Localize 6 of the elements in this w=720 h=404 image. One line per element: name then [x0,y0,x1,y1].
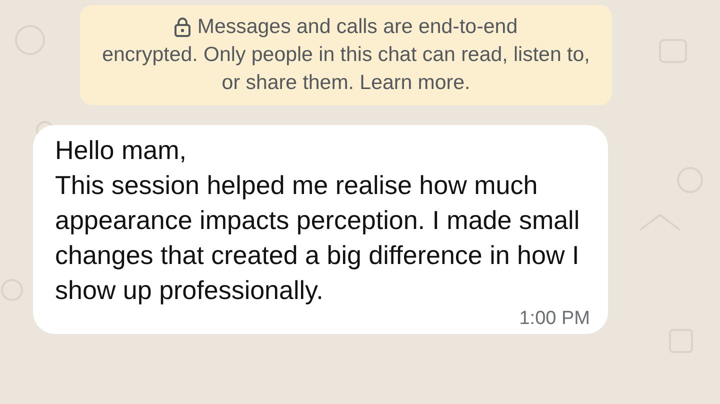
message-time: 1:00 PM [519,308,590,330]
encryption-text: encrypted. Only people in this chat can read, listen to, or share them. Learn more. [101,42,591,96]
encryption-text: Messages and calls are end-to-end [197,14,518,40]
message-text: Hello mam, This session helped me realise how much appearance impacts perception. I made small changes that created a big difference in how I show up professionally. [55,134,581,307]
lock-icon [174,17,192,37]
learn-more-link[interactable]: Learn more. [360,71,470,94]
